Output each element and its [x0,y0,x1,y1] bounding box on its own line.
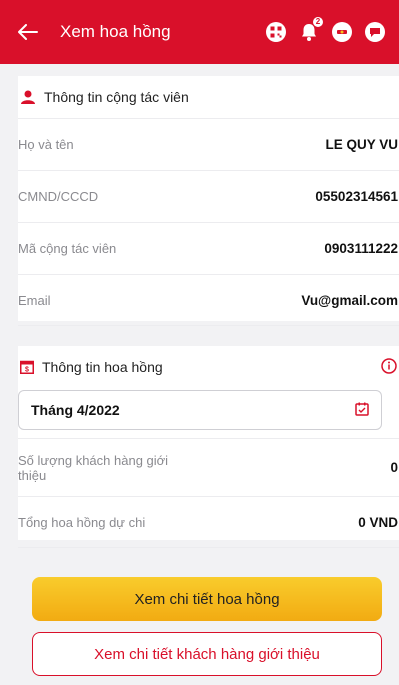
commission-section-title: Thông tin hoa hồng [42,359,163,375]
total-commission-value: 0 VND [358,514,398,530]
total-commission-row: Tổng hoa hồng dự chi 0 VND [18,496,399,548]
month-selector[interactable]: Tháng 4/2022 [18,390,382,430]
referred-customers-value: 0 [390,460,398,475]
back-arrow-icon[interactable] [18,18,46,46]
id-number-value: 05502314561 [315,189,398,204]
notification-badge: 2 [312,16,324,28]
collaborator-code-value: 0903111222 [324,241,398,256]
collaborator-section-header: Thông tin cộng tác viên [18,76,399,118]
email-value: Vu@gmail.com [301,292,398,308]
collaborator-section-title: Thông tin cộng tác viên [44,89,189,105]
person-icon [20,90,36,104]
referred-customers-row: Số lượng khách hàng giới thiệu 0 [18,438,399,496]
commission-info-card: $ Thông tin hoa hồng Tháng 4/2022 Số lượ… [18,346,399,548]
collaborator-info-card: Thông tin cộng tác viên Họ và tên LE QUY… [18,76,399,326]
full-name-label: Họ và tên [18,137,74,152]
svg-text:$: $ [25,367,29,374]
full-name-value: LE QUY VU [325,137,398,152]
qr-code-icon[interactable] [266,22,286,42]
id-number-label: CMND/CCCD [18,189,99,204]
collaborator-code-row: Mã cộng tác viên 0903111222 [18,222,399,274]
id-number-row: CMND/CCCD 05502314561 [18,170,399,222]
notification-bell-icon[interactable]: 2 [299,16,324,42]
chat-icon[interactable] [365,22,385,42]
full-name-row: Họ và tên LE QUY VU [18,118,399,170]
view-commission-detail-button[interactable]: Xem chi tiết hoa hồng [32,577,382,621]
collaborator-code-label: Mã cộng tác viên [18,241,117,256]
app-header: Xem hoa hồng 2 [0,0,399,64]
month-selector-value: Tháng 4/2022 [31,402,120,418]
profile-icon[interactable] [332,22,352,42]
total-commission-label: Tổng hoa hồng dự chi [18,514,146,530]
calendar-icon [355,402,369,419]
view-referred-customers-button[interactable]: Xem chi tiết khách hàng giới thiệu [32,632,382,676]
commission-section-header: $ Thông tin hoa hồng [18,346,399,388]
page-title: Xem hoa hồng [60,22,171,41]
email-row: Email Vu@gmail.com [18,274,399,326]
email-label: Email [18,292,51,308]
info-icon[interactable] [381,357,397,377]
calendar-money-icon: $ [20,360,34,374]
referred-customers-label: Số lượng khách hàng giới thiệu [18,452,169,483]
